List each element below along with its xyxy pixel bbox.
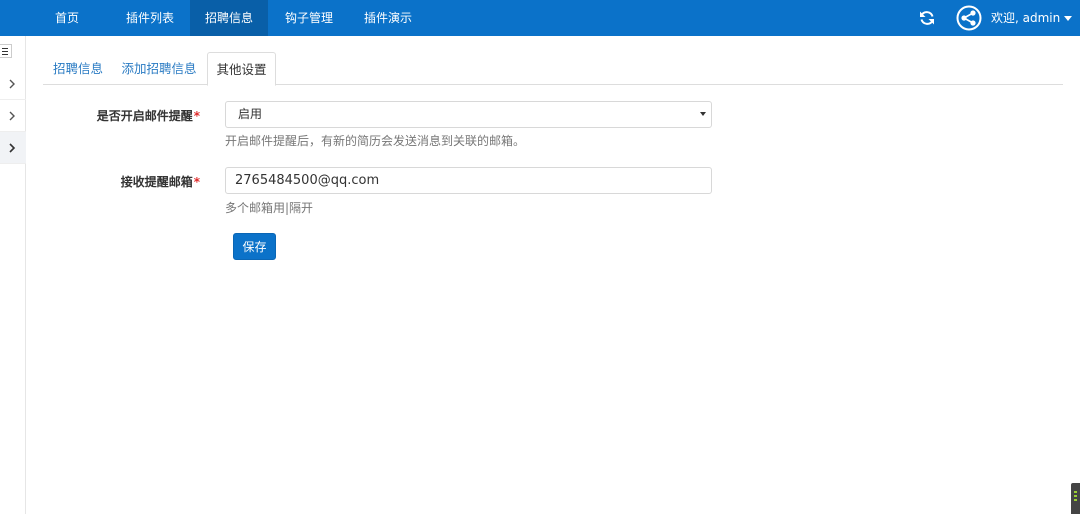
- sidebar-item-3[interactable]: [0, 132, 26, 164]
- nav-item-hook-management[interactable]: 钩子管理: [272, 0, 346, 36]
- sidebar-item-1[interactable]: [0, 68, 26, 100]
- user-menu[interactable]: 欢迎, admin: [991, 0, 1073, 36]
- required-mark: *: [193, 175, 200, 189]
- caret-down-icon: [1064, 16, 1073, 21]
- tab-add-recruitment[interactable]: 添加招聘信息: [115, 52, 203, 85]
- email-alert-help: 开启邮件提醒后，有新的简历会发送消息到关联的邮箱。: [225, 134, 526, 148]
- share-network-icon[interactable]: [956, 5, 982, 31]
- receive-email-help: 多个邮箱用|隔开: [225, 201, 314, 215]
- tab-bar: 招聘信息 添加招聘信息 其他设置: [43, 52, 1063, 86]
- caret-down-icon: [700, 112, 706, 116]
- nav-item-home[interactable]: 首页: [40, 0, 94, 36]
- email-alert-selected: 启用: [238, 107, 263, 121]
- receive-email-label: 接收提醒邮箱*: [120, 175, 200, 189]
- email-alert-select[interactable]: 启用: [225, 101, 712, 128]
- required-mark: *: [193, 109, 200, 123]
- scroll-widget[interactable]: [1071, 483, 1080, 514]
- menu-list-icon[interactable]: [0, 44, 12, 58]
- user-menu-label: 欢迎, admin: [991, 11, 1061, 25]
- receive-email-input[interactable]: [225, 167, 712, 194]
- nav-item-recruitment[interactable]: 招聘信息: [190, 0, 268, 36]
- tab-other-settings[interactable]: 其他设置: [207, 52, 276, 86]
- refresh-icon[interactable]: [918, 9, 936, 27]
- chevron-right-icon: [9, 79, 15, 89]
- top-navbar: 首页 插件列表 招聘信息 钩子管理 插件演示 欢迎, admin: [0, 0, 1080, 36]
- nav-item-plugin-list[interactable]: 插件列表: [113, 0, 187, 36]
- chevron-right-icon: [9, 143, 16, 153]
- nav-item-plugin-demo[interactable]: 插件演示: [351, 0, 425, 36]
- tab-recruitment-info[interactable]: 招聘信息: [43, 52, 113, 85]
- email-alert-label: 是否开启邮件提醒*: [96, 109, 200, 123]
- save-button[interactable]: 保存: [233, 233, 276, 260]
